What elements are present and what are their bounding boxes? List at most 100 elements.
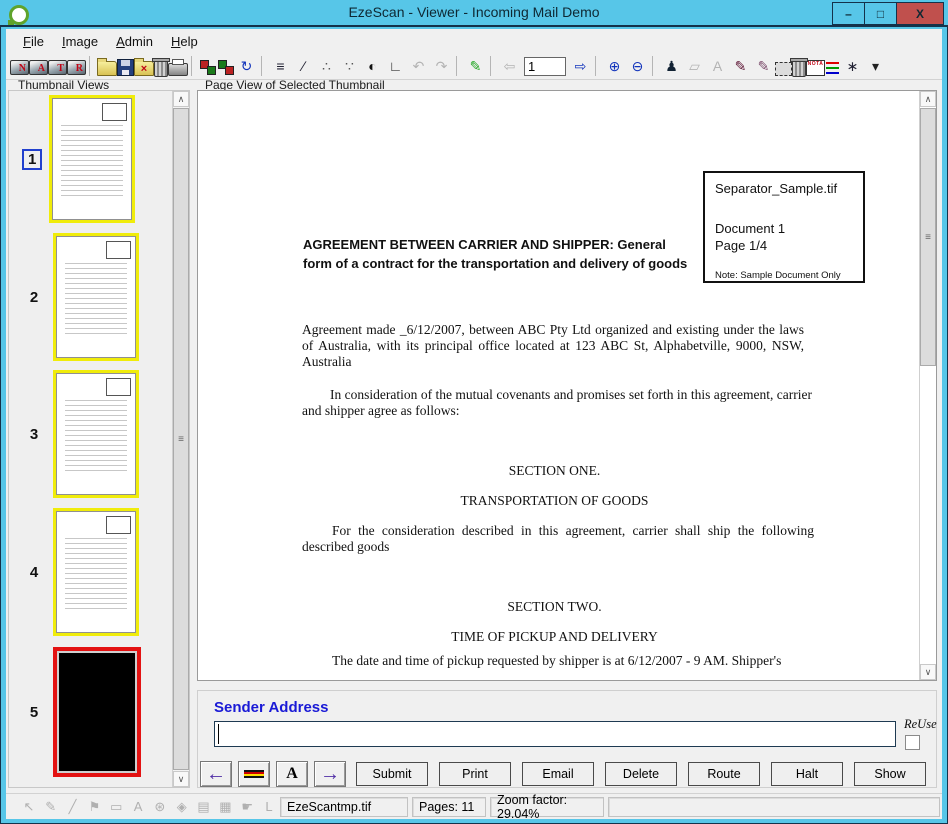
document-scrollbar[interactable]: ∧ ≡ ∨ bbox=[919, 91, 936, 680]
crop-icon[interactable]: ∟ bbox=[384, 55, 407, 77]
page-number-input[interactable] bbox=[524, 57, 566, 76]
erase-annotation-button[interactable] bbox=[238, 761, 270, 787]
close-button[interactable]: X bbox=[896, 2, 944, 25]
undo-icon[interactable]: ↶ bbox=[407, 55, 430, 77]
black-marker-icon[interactable]: ✎ bbox=[729, 55, 752, 77]
sender-panel: Sender Address ReUse ←A→ SubmitPrintEmai… bbox=[197, 690, 937, 788]
email-button[interactable]: Email bbox=[522, 762, 594, 786]
redo-icon[interactable]: ↷ bbox=[430, 55, 453, 77]
pointer-tool-icon[interactable]: ↖ bbox=[18, 797, 40, 817]
pages-tool-icon[interactable]: ▤ bbox=[193, 797, 215, 817]
white-marker-icon[interactable]: ✎ bbox=[752, 55, 775, 77]
highlighter-pen-icon[interactable]: ✎ bbox=[464, 55, 487, 77]
open-file-icon[interactable] bbox=[97, 61, 117, 76]
print-button[interactable]: Print bbox=[439, 762, 511, 786]
select-region-icon[interactable] bbox=[775, 62, 792, 76]
toolbar-left-group: NATR × ↻ ≡∕∴∵◐∟↶↷ ✎ ⇦ bbox=[10, 55, 521, 77]
menu-file[interactable]: File bbox=[14, 32, 53, 51]
field-nav-buttons: ← A → bbox=[200, 761, 346, 787]
print-icon[interactable] bbox=[168, 63, 188, 76]
reuse-checkbox[interactable] bbox=[905, 735, 920, 750]
sender-address-input[interactable] bbox=[214, 721, 896, 747]
thumbnail-page-4[interactable]: 4 bbox=[15, 507, 139, 637]
rectangle-tool-icon[interactable]: ▭ bbox=[105, 797, 127, 817]
pencil-tool-icon[interactable]: ╱ bbox=[62, 797, 84, 817]
close-file-icon[interactable]: × bbox=[134, 61, 154, 76]
l-tool-icon[interactable]: L bbox=[258, 797, 280, 817]
menu-admin[interactable]: Admin bbox=[107, 32, 162, 51]
thumbnail-page-5[interactable]: 5 bbox=[15, 647, 141, 777]
doc-prev-button[interactable]: ← bbox=[200, 761, 232, 787]
stamp-tool-icon[interactable]: ⊛ bbox=[149, 797, 171, 817]
submit-button[interactable]: Submit bbox=[356, 762, 428, 786]
nav-button-icon: → bbox=[320, 764, 340, 784]
document-paragraph-4: The date and time of pickup requested by… bbox=[302, 653, 818, 669]
menu-image[interactable]: Image bbox=[53, 32, 107, 51]
section-two-subtitle: TIME OF PICKUP AND DELIVERY bbox=[302, 629, 807, 645]
scroll-up-button[interactable]: ∧ bbox=[173, 91, 189, 107]
text-stamp-icon[interactable]: A bbox=[706, 55, 729, 77]
despeckle-region-icon[interactable] bbox=[792, 61, 806, 77]
scroll-down-button[interactable]: ∨ bbox=[173, 771, 189, 787]
document-heading: AGREEMENT BETWEEN CARRIER AND SHIPPER: G… bbox=[303, 235, 689, 273]
doc-scroll-down-button[interactable]: ∨ bbox=[920, 664, 936, 680]
thumbnail-page-3[interactable]: 3 bbox=[15, 369, 139, 499]
doc-scroll-up-button[interactable]: ∧ bbox=[920, 91, 936, 107]
separator-stamp-box: Separator_Sample.tif Document 1 Page 1/4… bbox=[703, 171, 865, 283]
adjust-settings-icon[interactable] bbox=[825, 61, 841, 76]
next-page-icon[interactable]: ⇨ bbox=[569, 55, 592, 77]
separator-note: Note: Sample Document Only bbox=[715, 270, 863, 281]
scan-insert-icon[interactable]: T bbox=[48, 60, 67, 75]
notes-icon[interactable]: NOTA bbox=[806, 60, 825, 76]
toolbar-separator bbox=[652, 56, 660, 76]
move-page-back-icon[interactable] bbox=[199, 59, 217, 76]
despeckle-icon[interactable]: ∴ bbox=[315, 55, 338, 77]
doc-next-button[interactable]: → bbox=[314, 761, 346, 787]
rotate-pages-icon[interactable]: ↻ bbox=[235, 55, 258, 77]
flag-tool-icon[interactable]: ⚑ bbox=[83, 797, 105, 817]
cleanup-wand-icon[interactable]: ∗ bbox=[841, 55, 864, 77]
thumbnail-text-lines bbox=[65, 263, 127, 335]
save-file-icon[interactable] bbox=[117, 59, 134, 76]
toolbar-more-dropdown[interactable]: ▾ bbox=[864, 55, 887, 77]
document-page: Separator_Sample.tif Document 1 Page 1/4… bbox=[198, 91, 917, 680]
hand-tool-icon[interactable]: ☛ bbox=[236, 797, 258, 817]
maximize-button[interactable]: □ bbox=[864, 2, 897, 25]
title-bar: EzeScan - Viewer - Incoming Mail Demo – … bbox=[0, 0, 948, 27]
thumbnail-image bbox=[53, 647, 141, 777]
move-page-forward-icon[interactable] bbox=[217, 59, 235, 76]
invert-icon[interactable]: ◐ bbox=[361, 55, 384, 77]
window-title: EzeScan - Viewer - Incoming Mail Demo bbox=[0, 4, 948, 20]
grab-tool-icon[interactable]: ◈ bbox=[171, 797, 193, 817]
halt-button[interactable]: Halt bbox=[771, 762, 843, 786]
thumbnail-page-1[interactable]: 1 bbox=[15, 94, 135, 224]
zoom-in-icon[interactable]: ⊕ bbox=[603, 55, 626, 77]
thumbnail-image bbox=[53, 508, 139, 636]
deskew-icon[interactable]: ≡ bbox=[269, 55, 292, 77]
doc-scrollbar-thumb[interactable]: ≡ bbox=[920, 108, 936, 366]
image-tool-icon[interactable]: ▦ bbox=[214, 797, 236, 817]
delete-button[interactable]: Delete bbox=[605, 762, 677, 786]
thumbnail-number: 3 bbox=[15, 426, 53, 443]
highlighter-tool-icon[interactable]: ✎ bbox=[40, 797, 62, 817]
font-tool-button[interactable]: A bbox=[276, 761, 308, 787]
text-tool-icon[interactable]: A bbox=[127, 797, 149, 817]
toolbar-separator bbox=[191, 56, 199, 76]
scrollbar-thumb[interactable]: ≡ bbox=[173, 108, 189, 770]
thumbnail-page-2[interactable]: 2 bbox=[15, 232, 139, 362]
scan-rescan-icon[interactable]: R bbox=[67, 60, 86, 75]
zone-reader-icon[interactable]: ♟ bbox=[660, 55, 683, 77]
scan-new-icon[interactable]: N bbox=[10, 60, 29, 75]
scan-append-icon[interactable]: A bbox=[29, 60, 48, 75]
zoom-out-icon[interactable]: ⊖ bbox=[626, 55, 649, 77]
despeckle-heavy-icon[interactable]: ∵ bbox=[338, 55, 361, 77]
minimize-button[interactable]: – bbox=[832, 2, 865, 25]
prev-page-icon[interactable]: ⇦ bbox=[498, 55, 521, 77]
line-removal-icon[interactable]: ∕ bbox=[292, 55, 315, 77]
show-button[interactable]: Show bbox=[854, 762, 926, 786]
stamp-icon[interactable]: ▱ bbox=[683, 55, 706, 77]
thumbnail-scrollbar[interactable]: ∧ ≡ ∨ bbox=[172, 91, 189, 787]
menu-help[interactable]: Help bbox=[162, 32, 207, 51]
route-button[interactable]: Route bbox=[688, 762, 760, 786]
delete-file-icon[interactable] bbox=[154, 61, 168, 77]
